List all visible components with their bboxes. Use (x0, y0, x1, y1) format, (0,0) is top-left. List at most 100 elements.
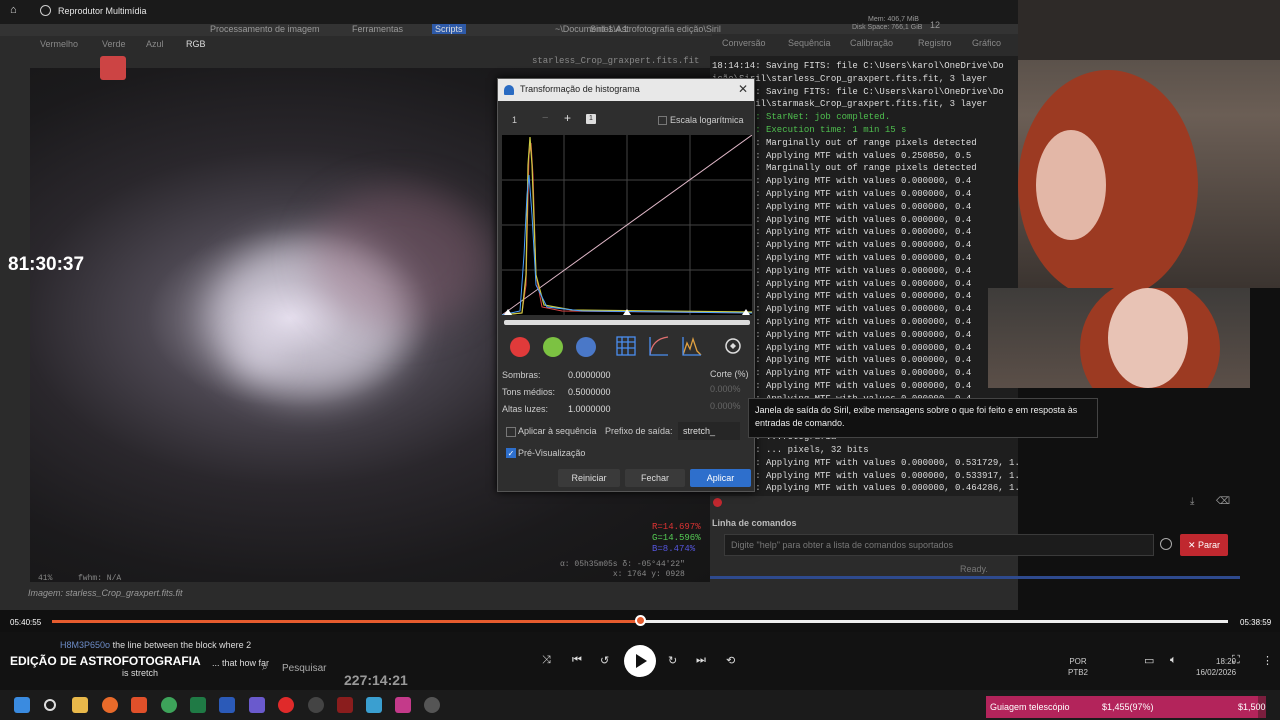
tab-sequence[interactable]: Sequência (788, 38, 831, 48)
rewind-10-icon[interactable]: ↺ (600, 654, 609, 667)
app-icon-3[interactable] (337, 697, 353, 713)
histogram-icon[interactable] (681, 335, 707, 357)
tab-blue[interactable]: Azul (146, 39, 164, 49)
apply-sequence-checkbox[interactable] (506, 427, 516, 437)
curve-icon[interactable] (648, 335, 674, 357)
help-icon[interactable] (1160, 538, 1172, 550)
more-icon[interactable]: ⋮ (1262, 654, 1273, 667)
tab-registration[interactable]: Registro (918, 38, 952, 48)
previous-icon[interactable]: ⏮ (572, 654, 582, 667)
console-line: 18:14:15: Applying MTF with values 0.000… (712, 457, 1018, 468)
seek-knob[interactable] (635, 615, 646, 626)
filename-overlay: starless_Crop_graxpert.fits.fit (532, 56, 700, 66)
preview-label: Pré-Visualização (518, 448, 586, 458)
play-button[interactable] (624, 645, 656, 677)
zoom-value[interactable]: 1 (512, 115, 517, 125)
histogram-plot[interactable] (502, 135, 752, 315)
tab-plot[interactable]: Gráfico (972, 38, 1001, 48)
command-input[interactable]: Digite "help" para obter a lista de coma… (724, 534, 1154, 556)
menu-scripts[interactable]: Scripts (432, 24, 466, 34)
forward-30-icon[interactable]: ↻ (668, 654, 677, 667)
red-channel-badge[interactable] (100, 56, 126, 80)
console-line: 18:14:15: Marginally out of range pixels… (712, 163, 977, 174)
console-line: 18:14:15: Applying MTF with values 0.000… (712, 252, 972, 263)
brave-icon[interactable] (131, 697, 147, 713)
console-line: 18:14:15: Applying MTF with values 0.000… (712, 342, 972, 353)
chat-user: H8M3P650o (60, 640, 111, 650)
firefox-icon[interactable] (102, 697, 118, 713)
auto-stretch-icon[interactable] (722, 335, 748, 357)
console-line: 18:14:15: Applying MTF with values 0.000… (712, 355, 972, 366)
tab-green[interactable]: Verde (102, 39, 126, 49)
close-button[interactable]: Fechar (625, 469, 685, 487)
console-line: 18:14:14: Saving FITS: file C:\Users\kar… (712, 61, 1004, 71)
media-player-icon[interactable] (424, 697, 440, 713)
volume-icon[interactable]: 🔈︎ (1170, 654, 1177, 667)
webcam-shelf (1018, 0, 1280, 60)
word-icon[interactable] (219, 697, 235, 713)
app-icon-4[interactable] (366, 697, 382, 713)
apply-sequence-label: Aplicar à sequência (518, 426, 597, 436)
home-icon[interactable]: ⌂ (10, 4, 17, 16)
grid-icon[interactable] (615, 335, 641, 357)
blue-channel-button[interactable] (576, 337, 596, 357)
taskbar-search-icon[interactable]: ⌕ (262, 662, 268, 673)
chat-text-2: ... that how far (212, 658, 270, 668)
stop-button[interactable]: ✕ Parar (1180, 534, 1228, 556)
youtube-icon[interactable] (278, 697, 294, 713)
next-icon[interactable]: ⏭ (696, 654, 706, 667)
clear-icon[interactable]: ⌫ (1216, 496, 1230, 507)
webcam-person-face (1036, 130, 1106, 240)
xy-readout: x: 1764 y: 0928 (612, 570, 685, 579)
overlay-timer: 81:30:37 (8, 254, 85, 275)
app-icon-1[interactable] (249, 697, 265, 713)
seek-progress (52, 620, 640, 623)
tab-calibration[interactable]: Calibração (850, 38, 893, 48)
histogram-slider[interactable] (504, 320, 750, 325)
tab-red[interactable]: Vermelho (40, 39, 78, 49)
close-icon[interactable]: ✕ (738, 82, 748, 96)
highlights-input[interactable]: 1.0000000 (568, 404, 611, 414)
input-language[interactable]: POR PTB2 (1068, 656, 1088, 678)
highlights-label: Altas luzes: (502, 404, 549, 414)
zoom-out-icon[interactable]: − (542, 112, 548, 124)
preview-checkbox[interactable]: ✓ (506, 448, 516, 458)
shuffle-icon[interactable]: ⤨ (542, 654, 551, 667)
console-line: 18:14:15: Applying MTF with values 0.000… (712, 176, 972, 187)
zoom-level: 41% (38, 574, 53, 583)
app-icon-5[interactable] (395, 697, 411, 713)
system-clock[interactable]: 18:29 16/02/2026 (1196, 656, 1236, 678)
goal-target: $1,500 (1238, 702, 1266, 712)
chrome-icon[interactable] (161, 697, 177, 713)
fwhm-readout: fwhm: N/A (78, 574, 122, 583)
siril-app-icon (504, 85, 514, 95)
miniplayer-icon[interactable]: ▭ (1144, 654, 1154, 667)
apply-button[interactable]: Aplicar (690, 469, 751, 487)
console-line: 18:14:15: Applying MTF with values 0.000… (712, 470, 1018, 481)
prefix-input[interactable]: stretch_ (678, 422, 740, 440)
radec-readout: α: 05h35m05s δ: -05°44'22" (560, 560, 685, 569)
shadows-input[interactable]: 0.0000000 (568, 370, 611, 380)
log-scale-checkbox[interactable] (658, 116, 667, 125)
tab-rgb[interactable]: RGB (186, 39, 206, 49)
midtones-input[interactable]: 0.5000000 (568, 387, 611, 397)
file-explorer-icon[interactable] (72, 697, 88, 713)
menu-processing[interactable]: Processamento de imagem (210, 24, 320, 34)
red-channel-button[interactable] (510, 337, 530, 357)
windows-start-icon[interactable] (14, 697, 30, 713)
search-icon[interactable] (44, 699, 56, 711)
tab-conversion[interactable]: Conversão (722, 38, 766, 48)
green-channel-button[interactable] (543, 337, 563, 357)
taskbar-search[interactable]: Pesquisar (282, 663, 326, 674)
excel-icon[interactable] (190, 697, 206, 713)
red-readout: R=14.697% (652, 522, 701, 532)
repeat-icon[interactable]: ⟲ (726, 654, 735, 667)
zoom-reset-icon[interactable]: 1 (586, 114, 596, 124)
app-icon-2[interactable] (308, 697, 324, 713)
zoom-in-icon[interactable]: + (564, 111, 571, 125)
download-icon[interactable]: ⤓ (1190, 496, 1194, 507)
chat-text-1: the line between the block where 2 (112, 640, 252, 650)
menu-tools[interactable]: Ferramentas (352, 24, 403, 34)
console-line: 18:14:15: Applying MTF with values 0.000… (712, 265, 972, 276)
reset-button[interactable]: Reiniciar (558, 469, 620, 487)
